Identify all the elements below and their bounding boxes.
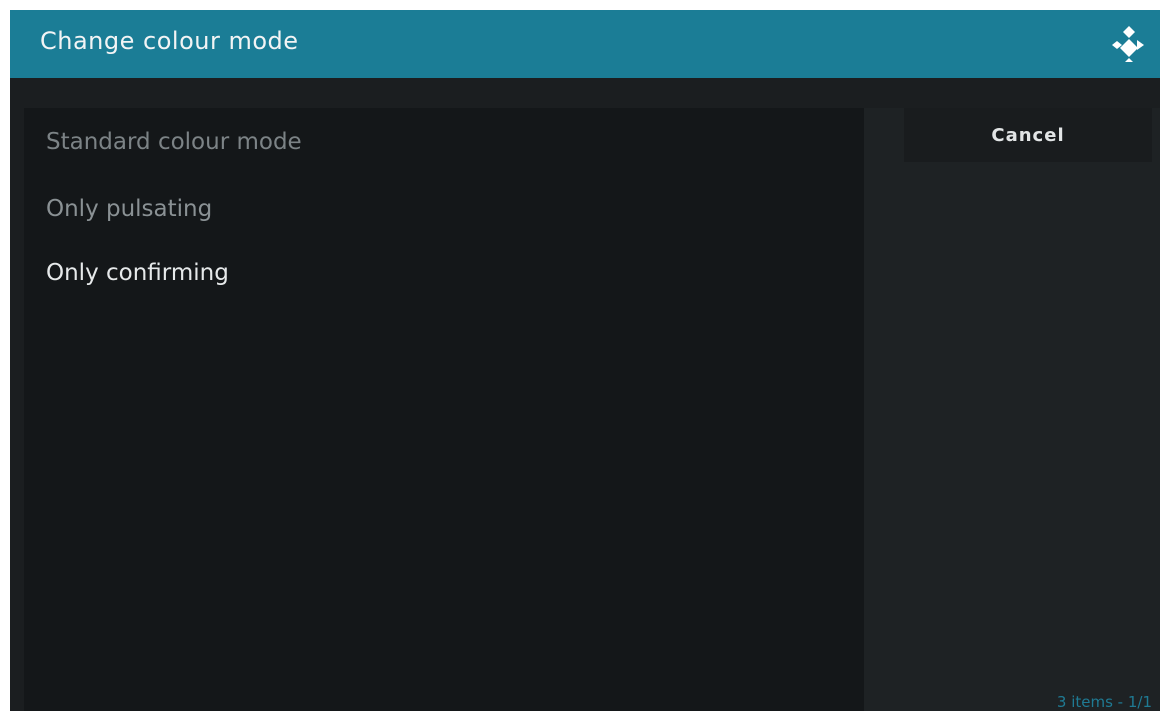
item-count-label: 3 items - 1/1 <box>1056 693 1152 711</box>
side-panel: Cancel 3 items - 1/1 <box>864 108 1160 711</box>
cancel-button[interactable]: Cancel <box>904 108 1152 162</box>
kodi-logo-icon <box>1112 26 1144 62</box>
options-list: Standard colour mode Only pulsating Only… <box>24 108 864 711</box>
dialog-header: Change colour mode <box>10 10 1160 78</box>
list-item-only-pulsating[interactable]: Only pulsating <box>46 196 212 222</box>
list-item-only-confirming[interactable]: Only confirming <box>46 260 229 286</box>
list-item-standard-colour-mode[interactable]: Standard colour mode <box>46 129 302 155</box>
select-dialog: Change colour mode Standard colour mode … <box>10 10 1160 711</box>
dialog-title: Change colour mode <box>40 27 299 55</box>
